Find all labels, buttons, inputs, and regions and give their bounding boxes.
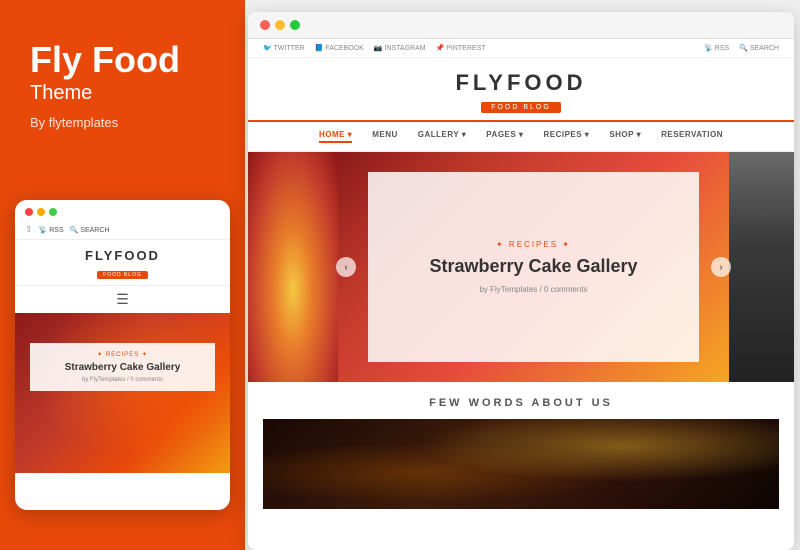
pinterest-link[interactable]: 📌 PINTEREST <box>436 44 486 52</box>
theme-title: Fly Food <box>30 40 215 80</box>
hero-slider: ✦ RECIPES ✦ Strawberry Cake Gallery by F… <box>248 152 794 382</box>
about-image-inner <box>263 419 779 509</box>
topbar-right: 📡 RSS 🔍 SEARCH <box>704 44 779 52</box>
mobile-nav-bar: ⇧ 📡 RSS 🔍 SEARCH <box>15 220 230 240</box>
mobile-mockup: ⇧ 📡 RSS 🔍 SEARCH FLYFOOD FOOD BLOG ☰ ✦ <box>15 200 230 510</box>
browser-bar <box>248 12 794 39</box>
mobile-logo-tag: FOOD BLOG <box>97 271 148 279</box>
mobile-dot-yellow <box>37 208 45 216</box>
hero-center-image: ✦ RECIPES ✦ Strawberry Cake Gallery by F… <box>338 152 729 382</box>
site-logo-tagline: FOOD BLOG <box>481 102 561 113</box>
browser-dot-red <box>260 20 270 30</box>
about-title: FEW WORDS ABOUT US <box>263 397 779 409</box>
mobile-hero-meta: by FlyTemplates / 0 comments <box>40 377 205 383</box>
site-navigation: HOME ▾ MENU GALLERY ▾ PAGES ▾ RECIPES ▾ … <box>248 122 794 152</box>
nav-shop[interactable]: SHOP ▾ <box>609 130 641 143</box>
hero-recipes-label: ✦ RECIPES ✦ <box>496 240 571 249</box>
instagram-link[interactable]: 📷 INSTAGRAM <box>374 44 426 52</box>
search-link[interactable]: 🔍 SEARCH <box>739 44 779 52</box>
browser-dot-green <box>290 20 300 30</box>
mobile-search-link[interactable]: 🔍 SEARCH <box>70 226 110 234</box>
hero-meta: by FlyTemplates / 0 comments <box>479 285 587 294</box>
mobile-menu-button[interactable]: ☰ <box>15 286 230 313</box>
site-topbar: 🐦 TWITTER 📘 FACEBOOK 📷 INSTAGRAM 📌 PINTE… <box>248 39 794 58</box>
mobile-rss-link[interactable]: 📡 RSS <box>39 226 64 234</box>
nav-recipes[interactable]: RECIPES ▾ <box>543 130 589 143</box>
nav-home[interactable]: HOME ▾ <box>319 130 352 143</box>
mobile-dot-red <box>25 208 33 216</box>
nav-reservation[interactable]: RESERVATION <box>661 130 723 143</box>
mobile-logo-text: FLYFOOD <box>15 248 230 263</box>
nav-gallery[interactable]: GALLERY ▾ <box>418 130 467 143</box>
about-image <box>263 419 779 509</box>
search-icon: 🔍 <box>70 227 79 234</box>
rss-icon: 📡 <box>39 227 48 234</box>
browser-dot-yellow <box>275 20 285 30</box>
twitter-link[interactable]: 🐦 TWITTER <box>263 44 305 52</box>
hero-right-image <box>729 152 794 382</box>
facebook-link[interactable]: 📘 FACEBOOK <box>315 44 364 52</box>
share-icon: ⇧ <box>25 224 33 235</box>
mobile-logo-area: FLYFOOD FOOD BLOG <box>15 240 230 286</box>
left-panel: Fly Food Theme By flytemplates ⇧ 📡 RSS 🔍 <box>0 0 245 550</box>
social-links: 🐦 TWITTER 📘 FACEBOOK 📷 INSTAGRAM 📌 PINTE… <box>263 44 486 52</box>
site-logo-text: FLYFOOD <box>248 70 794 96</box>
mobile-dots <box>25 208 57 216</box>
mobile-recipes-label: ✦ RECIPES ✦ <box>40 351 205 358</box>
mobile-dot-green <box>49 208 57 216</box>
nav-menu[interactable]: MENU <box>372 130 398 143</box>
hero-overlay: ✦ RECIPES ✦ Strawberry Cake Gallery by F… <box>368 172 699 362</box>
slider-next-button[interactable]: › <box>711 257 731 277</box>
theme-by: By flytemplates <box>30 115 215 130</box>
mobile-nav-left: ⇧ 📡 RSS 🔍 SEARCH <box>25 224 109 235</box>
mobile-hero: ✦ RECIPES ✦ Strawberry Cake Gallery by F… <box>15 313 230 473</box>
mobile-hero-title: Strawberry Cake Gallery <box>40 361 205 374</box>
mobile-browser-bar <box>15 200 230 220</box>
mobile-overlay-box: ✦ RECIPES ✦ Strawberry Cake Gallery by F… <box>30 343 215 391</box>
hero-title: Strawberry Cake Gallery <box>429 255 637 278</box>
slider-prev-button[interactable]: ‹ <box>336 257 356 277</box>
hero-left-image <box>248 152 338 382</box>
about-section: FEW WORDS ABOUT US <box>248 382 794 524</box>
nav-pages[interactable]: PAGES ▾ <box>486 130 523 143</box>
rss-link[interactable]: 📡 RSS <box>704 44 729 52</box>
mobile-hero-image <box>15 313 230 473</box>
theme-subtitle: Theme <box>30 82 215 105</box>
site-logo-area: FLYFOOD FOOD BLOG <box>248 58 794 122</box>
desktop-mockup: 🐦 TWITTER 📘 FACEBOOK 📷 INSTAGRAM 📌 PINTE… <box>248 12 794 550</box>
